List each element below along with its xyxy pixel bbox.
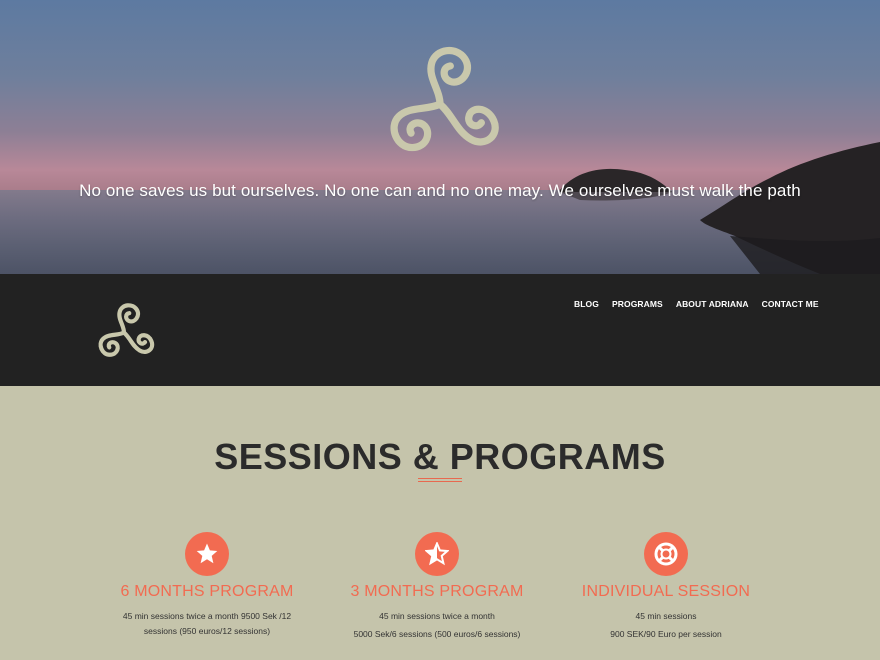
card-title: 3 MONTHS PROGRAM — [350, 583, 524, 600]
card-line: 45 min sessions twice a month — [379, 611, 495, 621]
title-underline — [418, 478, 462, 482]
triskelion-icon — [390, 47, 499, 152]
card-line: 45 min sessions — [635, 611, 697, 621]
main-menu: BLOG PROGRAMS ABOUT ADRIANA CONTACT ME — [574, 299, 832, 309]
section-title: SESSIONS & PROGRAMS — [214, 436, 666, 477]
star-icon — [185, 532, 229, 576]
card-6-months: 6 MONTHS PROGRAM 45 min sessions twice a… — [92, 532, 322, 642]
card-description: 45 min sessions 900 SEK/90 Euro per sess… — [551, 609, 781, 642]
card-title: INDIVIDUAL SESSION — [581, 583, 751, 600]
card-individual-session: INDIVIDUAL SESSION 45 min sessions 900 S… — [551, 532, 781, 645]
sessions-section: SESSIONS & PROGRAMS 6 MONTHS PROGRAM 45 … — [0, 386, 880, 660]
card-line: 900 SEK/90 Euro per session — [610, 629, 722, 639]
card-description: 45 min sessions twice a month 5000 Sek/6… — [322, 609, 552, 642]
card-title: 6 MONTHS PROGRAM — [120, 583, 294, 600]
navbar: BLOG PROGRAMS ABOUT ADRIANA CONTACT ME — [0, 274, 880, 386]
card-description: 45 min sessions twice a month 9500 Sek /… — [92, 609, 322, 639]
card-line: 5000 Sek/6 sessions (500 euros/6 session… — [353, 629, 521, 639]
nav-about-adriana[interactable]: ABOUT ADRIANA — [676, 299, 749, 309]
card-3-months: 3 MONTHS PROGRAM 45 min sessions twice a… — [322, 532, 552, 645]
nav-contact-me[interactable]: CONTACT ME — [762, 299, 819, 309]
hero-quote: No one saves us but ourselves. No one ca… — [79, 181, 801, 200]
site-logo[interactable] — [92, 300, 156, 360]
hero-banner: No one saves us but ourselves. No one ca… — [0, 0, 880, 274]
nav-blog[interactable]: BLOG — [574, 299, 599, 309]
nav-programs[interactable]: PROGRAMS — [612, 299, 663, 309]
half-star-icon — [415, 532, 459, 576]
card-line: 45 min sessions twice a month 9500 Sek /… — [122, 611, 292, 636]
life-ring-icon — [644, 532, 688, 576]
